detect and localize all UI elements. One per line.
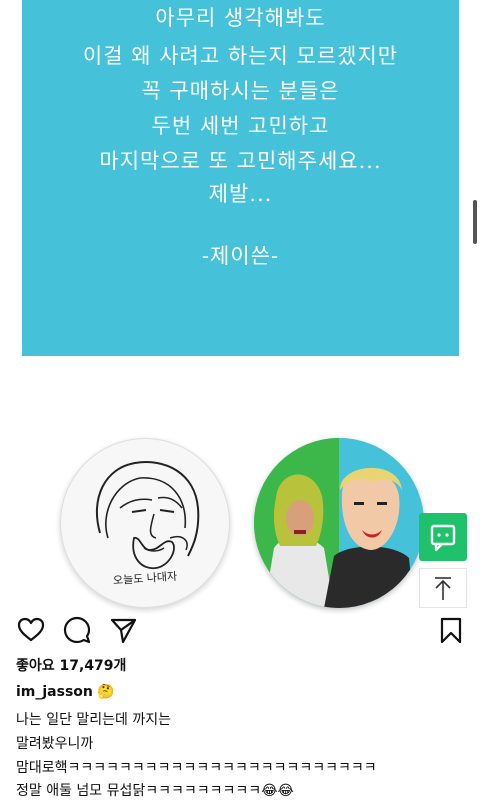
- caption-header: im_jasson 🤔: [16, 684, 115, 700]
- two-people-illustration: [254, 438, 424, 608]
- send-icon[interactable]: [109, 616, 137, 644]
- card-line-6: 제발...: [208, 182, 273, 206]
- post-username[interactable]: im_jasson: [16, 684, 93, 700]
- card-line-1: 아무리 생각해봐도: [155, 6, 326, 30]
- chat-icon: [430, 524, 456, 552]
- like-count[interactable]: 좋아요 17,479개: [16, 655, 126, 675]
- arrow-up-icon: [435, 577, 451, 600]
- caption-line-4: 정말 애둘 넘모 뮤섭닭ㅋㅋㅋㅋㅋㅋㅋㅋㅋ😂😂: [16, 783, 294, 799]
- post-image[interactable]: 아무리 생각해봐도 이걸 왜 사려고 하는지 모르겠지만 꼭 구매하시는 분들은…: [0, 0, 480, 608]
- post-action-bar: [0, 612, 480, 648]
- comment-icon[interactable]: [63, 616, 91, 644]
- card-signature: -제이쓴-: [201, 244, 280, 268]
- card-line-3: 꼭 구매하시는 분들은: [141, 79, 340, 103]
- scrollbar-thumb[interactable]: [473, 200, 477, 244]
- bookmark-icon[interactable]: [437, 616, 465, 644]
- username-emoji: 🤔: [97, 684, 115, 700]
- text-card: 아무리 생각해봐도 이걸 왜 사려고 하는지 모르겠지만 꼭 구매하시는 분들은…: [22, 0, 459, 356]
- caption-line-1: 나는 일단 말리는데 까지는: [16, 712, 172, 728]
- card-line-5: 마지막으로 또 고민해주세요...: [99, 149, 382, 173]
- badge-colored-illustration: [254, 438, 424, 608]
- card-line-2: 이걸 왜 사려고 하는지 모르겠지만: [82, 44, 399, 68]
- caption-line-3: 맘대로핵ㅋㅋㅋㅋㅋㅋㅋㅋㅋㅋㅋㅋㅋㅋㅋㅋㅋㅋㅋㅋㅋㅋㅋㅋ: [16, 760, 377, 776]
- heart-icon[interactable]: [17, 616, 45, 644]
- chat-button[interactable]: [419, 513, 467, 561]
- card-line-4: 두번 세번 고민하고: [151, 114, 330, 138]
- caption-line-2: 말려봤우니까: [16, 736, 94, 752]
- badge-face-sketch: 오늘도 나대자: [60, 438, 230, 608]
- scroll-to-top-button[interactable]: [419, 568, 467, 608]
